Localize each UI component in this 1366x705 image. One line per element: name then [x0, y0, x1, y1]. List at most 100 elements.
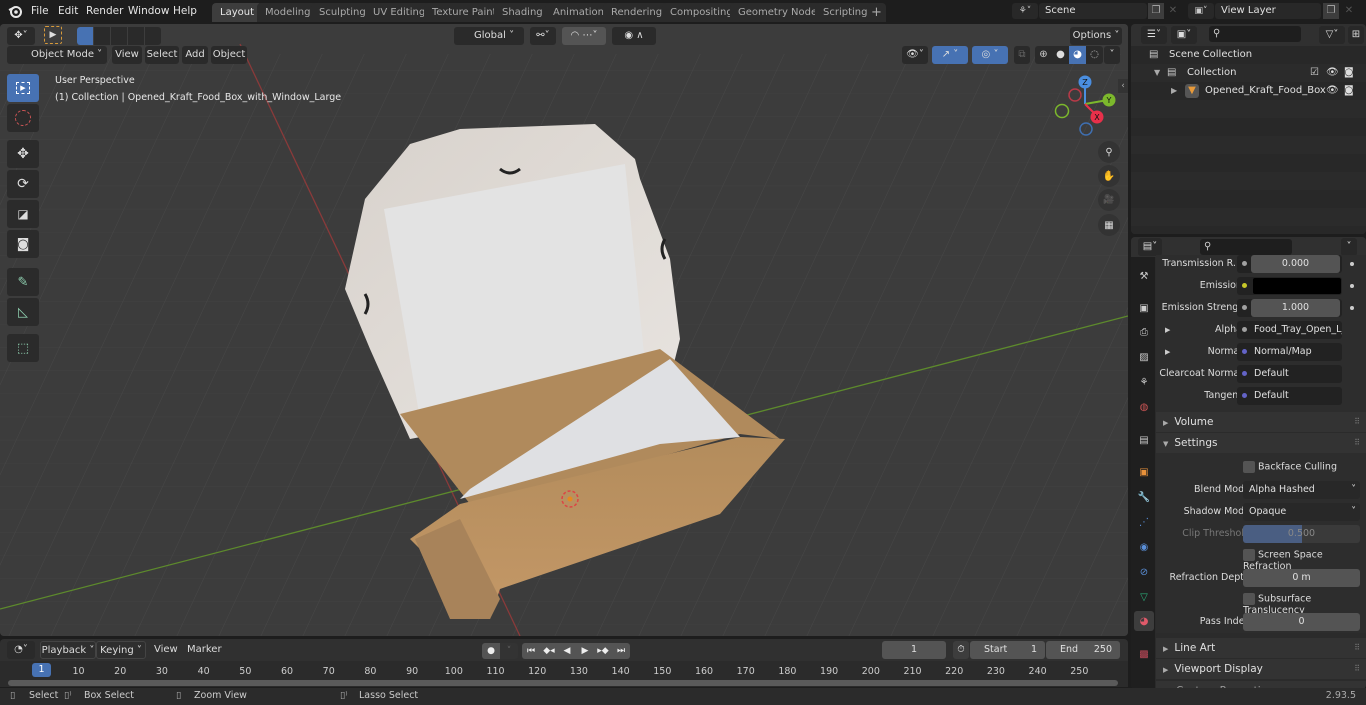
alpha-link-field[interactable]: Food_Tray_Open_L_...	[1237, 321, 1342, 339]
auto-keying-toggle[interactable]: ●	[482, 643, 500, 659]
tab-rendering[interactable]: Rendering	[603, 3, 671, 22]
drag-handle-icon[interactable]: ⠿	[1354, 638, 1360, 658]
select-intersect-mode-icon[interactable]	[144, 27, 161, 45]
playback-dropdown[interactable]: Playback ˅	[40, 641, 96, 659]
shading-options-dropdown[interactable]: ˅	[1104, 46, 1120, 64]
select-invert-mode-icon[interactable]	[127, 27, 144, 45]
scene-selector-icon[interactable]: ⚘˅	[1012, 3, 1038, 19]
visibility-dropdown[interactable]: 👁˅	[902, 46, 928, 64]
clearcoat-normal-field[interactable]: Default	[1237, 365, 1342, 383]
timeline-editor-type-icon[interactable]: ◔˅	[7, 641, 35, 659]
tangent-field[interactable]: Default	[1237, 387, 1342, 405]
blender-logo-icon[interactable]	[8, 4, 22, 18]
tab-uv-editing[interactable]: UV Editing	[365, 3, 434, 22]
normal-link-field[interactable]: Normal/Map	[1237, 343, 1342, 361]
play-reverse-button[interactable]: ◀	[558, 643, 576, 659]
viewport-display-section[interactable]: ▶ Viewport Display ⠿	[1156, 659, 1366, 679]
render-tab-icon[interactable]: ▣	[1134, 298, 1154, 318]
snap-toggle[interactable]: ◠ ⋯˅	[562, 27, 606, 45]
delete-view-layer-icon[interactable]: ✕	[1341, 3, 1357, 19]
pan-view-icon[interactable]: ✋	[1098, 165, 1120, 187]
particles-tab-icon[interactable]: ⋰	[1134, 512, 1154, 532]
rotate-tool[interactable]: ⟳	[7, 170, 39, 198]
menu-render[interactable]: Render	[86, 0, 123, 22]
start-frame-field[interactable]: Start 1	[970, 641, 1045, 659]
transform-orientation-dropdown[interactable]: Global ˅	[454, 27, 524, 45]
material-tab-icon[interactable]: ◕	[1134, 611, 1154, 631]
object-data-tab-icon[interactable]: ▽	[1134, 587, 1154, 607]
socket-icon[interactable]	[1242, 349, 1247, 354]
overlay-toggle[interactable]: ◎ ˅	[972, 46, 1008, 64]
select-new-mode-icon[interactable]	[77, 27, 93, 45]
jump-start-button[interactable]: ⏮	[522, 643, 540, 659]
tab-shading[interactable]: Shading	[494, 3, 551, 22]
emission-color-swatch[interactable]	[1253, 278, 1341, 294]
exclude-checkbox[interactable]: ☑	[1310, 64, 1319, 82]
modifier-tab-icon[interactable]: 🔧	[1134, 487, 1154, 507]
socket-icon[interactable]	[1242, 393, 1247, 398]
menu-help[interactable]: Help	[173, 0, 197, 22]
outliner-row-collection[interactable]: ▼ ▤ Collection ☑ 👁 ◙	[1131, 64, 1366, 82]
jump-end-button[interactable]: ⏭	[612, 643, 630, 659]
zoom-view-icon[interactable]: ⚲	[1098, 141, 1120, 163]
keying-dropdown[interactable]: Keying ˅	[96, 641, 146, 659]
playhead-frame-indicator[interactable]: 1	[32, 663, 51, 677]
add-menu[interactable]: Add	[182, 46, 208, 64]
cursor-tool[interactable]	[7, 104, 39, 132]
tab-layout[interactable]: Layout	[212, 3, 262, 22]
xray-toggle[interactable]: ⧉	[1014, 46, 1030, 64]
line-art-section[interactable]: ▶ Line Art ⠿	[1156, 638, 1366, 658]
scale-tool[interactable]: ◪	[7, 200, 39, 228]
perspective-toggle-icon[interactable]: ▦	[1098, 214, 1120, 236]
camera-view-icon[interactable]: 🎥	[1098, 189, 1120, 211]
blend-mode-dropdown[interactable]: Alpha Hashed ˅	[1243, 481, 1360, 499]
properties-search-input[interactable]: ⚲	[1200, 239, 1292, 255]
visibility-eye-icon[interactable]: 👁	[1326, 82, 1339, 100]
constraints-tab-icon[interactable]: ⊘	[1134, 562, 1154, 582]
new-collection-icon[interactable]: ⊞	[1348, 26, 1364, 44]
drag-handle-icon[interactable]: ⠿	[1354, 433, 1360, 453]
filter-view-layer-dropdown[interactable]: ▣˅	[1171, 26, 1197, 44]
next-keyframe-button[interactable]: ▸◆	[594, 643, 612, 659]
solid-shading-icon[interactable]: ●	[1052, 46, 1069, 64]
expand-arrow-icon[interactable]: ▶	[1171, 82, 1177, 100]
keyframe-dot-icon[interactable]	[1350, 262, 1354, 266]
outliner-row-object[interactable]: ▶ ▼ Opened_Kraft_Food_Box 👁 ◙	[1131, 82, 1366, 100]
render-camera-icon[interactable]: ◙	[1344, 64, 1354, 82]
tab-texture-paint[interactable]: Texture Paint	[424, 3, 505, 22]
visibility-eye-icon[interactable]: 👁	[1326, 64, 1339, 82]
transmission-roughness-field[interactable]: 0.000	[1237, 255, 1342, 273]
timeline-marker-menu[interactable]: Marker	[187, 641, 222, 659]
emission-strength-field[interactable]: 1.000	[1237, 299, 1342, 317]
expand-arrow-icon[interactable]: ▼	[1154, 64, 1160, 82]
socket-icon[interactable]	[1242, 371, 1247, 376]
socket-icon[interactable]	[1242, 261, 1247, 266]
object-tab-icon[interactable]: ▣	[1134, 462, 1154, 482]
drag-handle-icon[interactable]: ⠿	[1354, 412, 1360, 432]
material-preview-shading-icon[interactable]: ◕	[1069, 46, 1086, 64]
shadow-mode-dropdown[interactable]: Opaque ˅	[1243, 503, 1360, 521]
select-extend-mode-icon[interactable]	[93, 27, 110, 45]
outliner-row-scene-collection[interactable]: ▤ Scene Collection	[1131, 46, 1366, 64]
navigation-gizmo[interactable]: Z Y X	[1050, 74, 1120, 139]
outliner-search-input[interactable]: ⚲	[1209, 26, 1301, 42]
measure-tool[interactable]: ◺	[7, 298, 39, 326]
menu-file[interactable]: File	[31, 0, 49, 22]
emission-color-field[interactable]	[1237, 277, 1342, 295]
object-mode-dropdown[interactable]: Object Mode ˅	[7, 46, 107, 64]
pivot-point-dropdown[interactable]: ⚯˅	[530, 27, 556, 45]
properties-options-dropdown[interactable]: ˅	[1341, 238, 1357, 256]
auto-keying-options[interactable]: ˅	[500, 643, 518, 659]
menu-edit[interactable]: Edit	[58, 0, 78, 22]
tool-select-icon[interactable]: ▶	[44, 26, 62, 44]
view-layer-selector-icon[interactable]: ▣˅	[1188, 3, 1214, 19]
annotate-tool[interactable]: ✎	[7, 268, 39, 296]
add-workspace-button[interactable]: +	[867, 3, 886, 22]
view-layer-name-field[interactable]: View Layer	[1215, 3, 1321, 19]
options-dropdown[interactable]: Options ˅	[1070, 27, 1122, 45]
tab-modeling[interactable]: Modeling	[257, 3, 319, 22]
select-box-tool[interactable]: ▶	[7, 74, 39, 102]
food-box-model[interactable]	[340, 119, 800, 619]
preview-range-icon[interactable]: ⏱	[953, 641, 969, 659]
drag-handle-icon[interactable]: ⠿	[1354, 659, 1360, 679]
